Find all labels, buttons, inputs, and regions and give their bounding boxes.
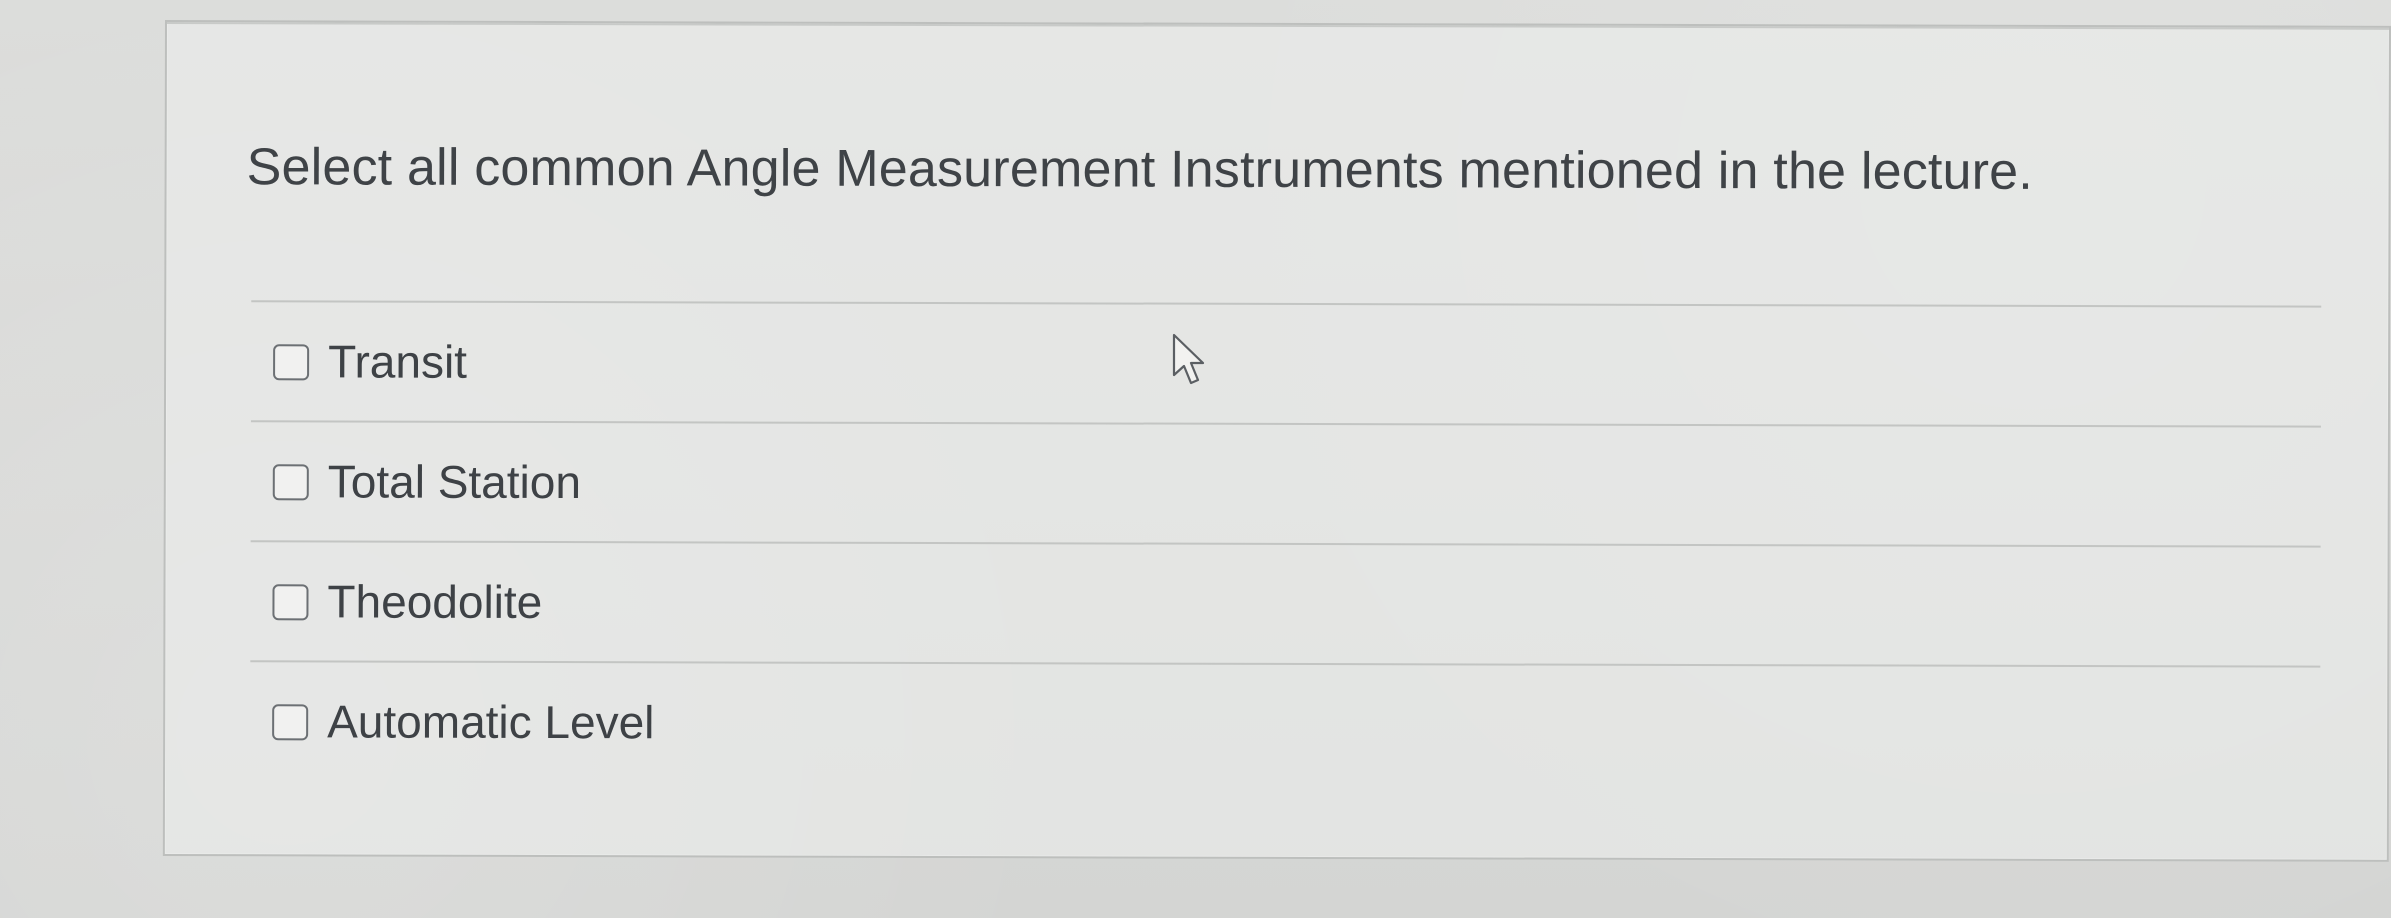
total-station-label[interactable]: Total Station: [328, 453, 581, 510]
transit-checkbox[interactable]: [273, 344, 310, 381]
transit-label[interactable]: Transit: [328, 333, 467, 389]
option-automatic-level[interactable]: Automatic Level: [250, 660, 2321, 786]
option-transit[interactable]: Transit: [250, 300, 2322, 426]
option-theodolite[interactable]: Theodolite: [250, 540, 2321, 666]
automatic-level-checkbox[interactable]: [272, 704, 309, 741]
question-text: Select all common Angle Measurement Inst…: [246, 138, 2034, 201]
theodolite-checkbox[interactable]: [272, 584, 309, 621]
card-top-border: [166, 22, 2389, 30]
automatic-level-label[interactable]: Automatic Level: [327, 693, 654, 750]
theodolite-label[interactable]: Theodolite: [327, 573, 542, 630]
question-card: Select all common Angle Measurement Inst…: [162, 20, 2391, 862]
option-total-station[interactable]: Total Station: [250, 420, 2321, 546]
mouse-pointer-icon: [1172, 333, 1205, 385]
total-station-checkbox[interactable]: [272, 464, 309, 501]
answer-options: Transit Total Station Theodolite Automat…: [250, 300, 2322, 786]
screen-background: Select all common Angle Measurement Inst…: [0, 0, 2391, 918]
